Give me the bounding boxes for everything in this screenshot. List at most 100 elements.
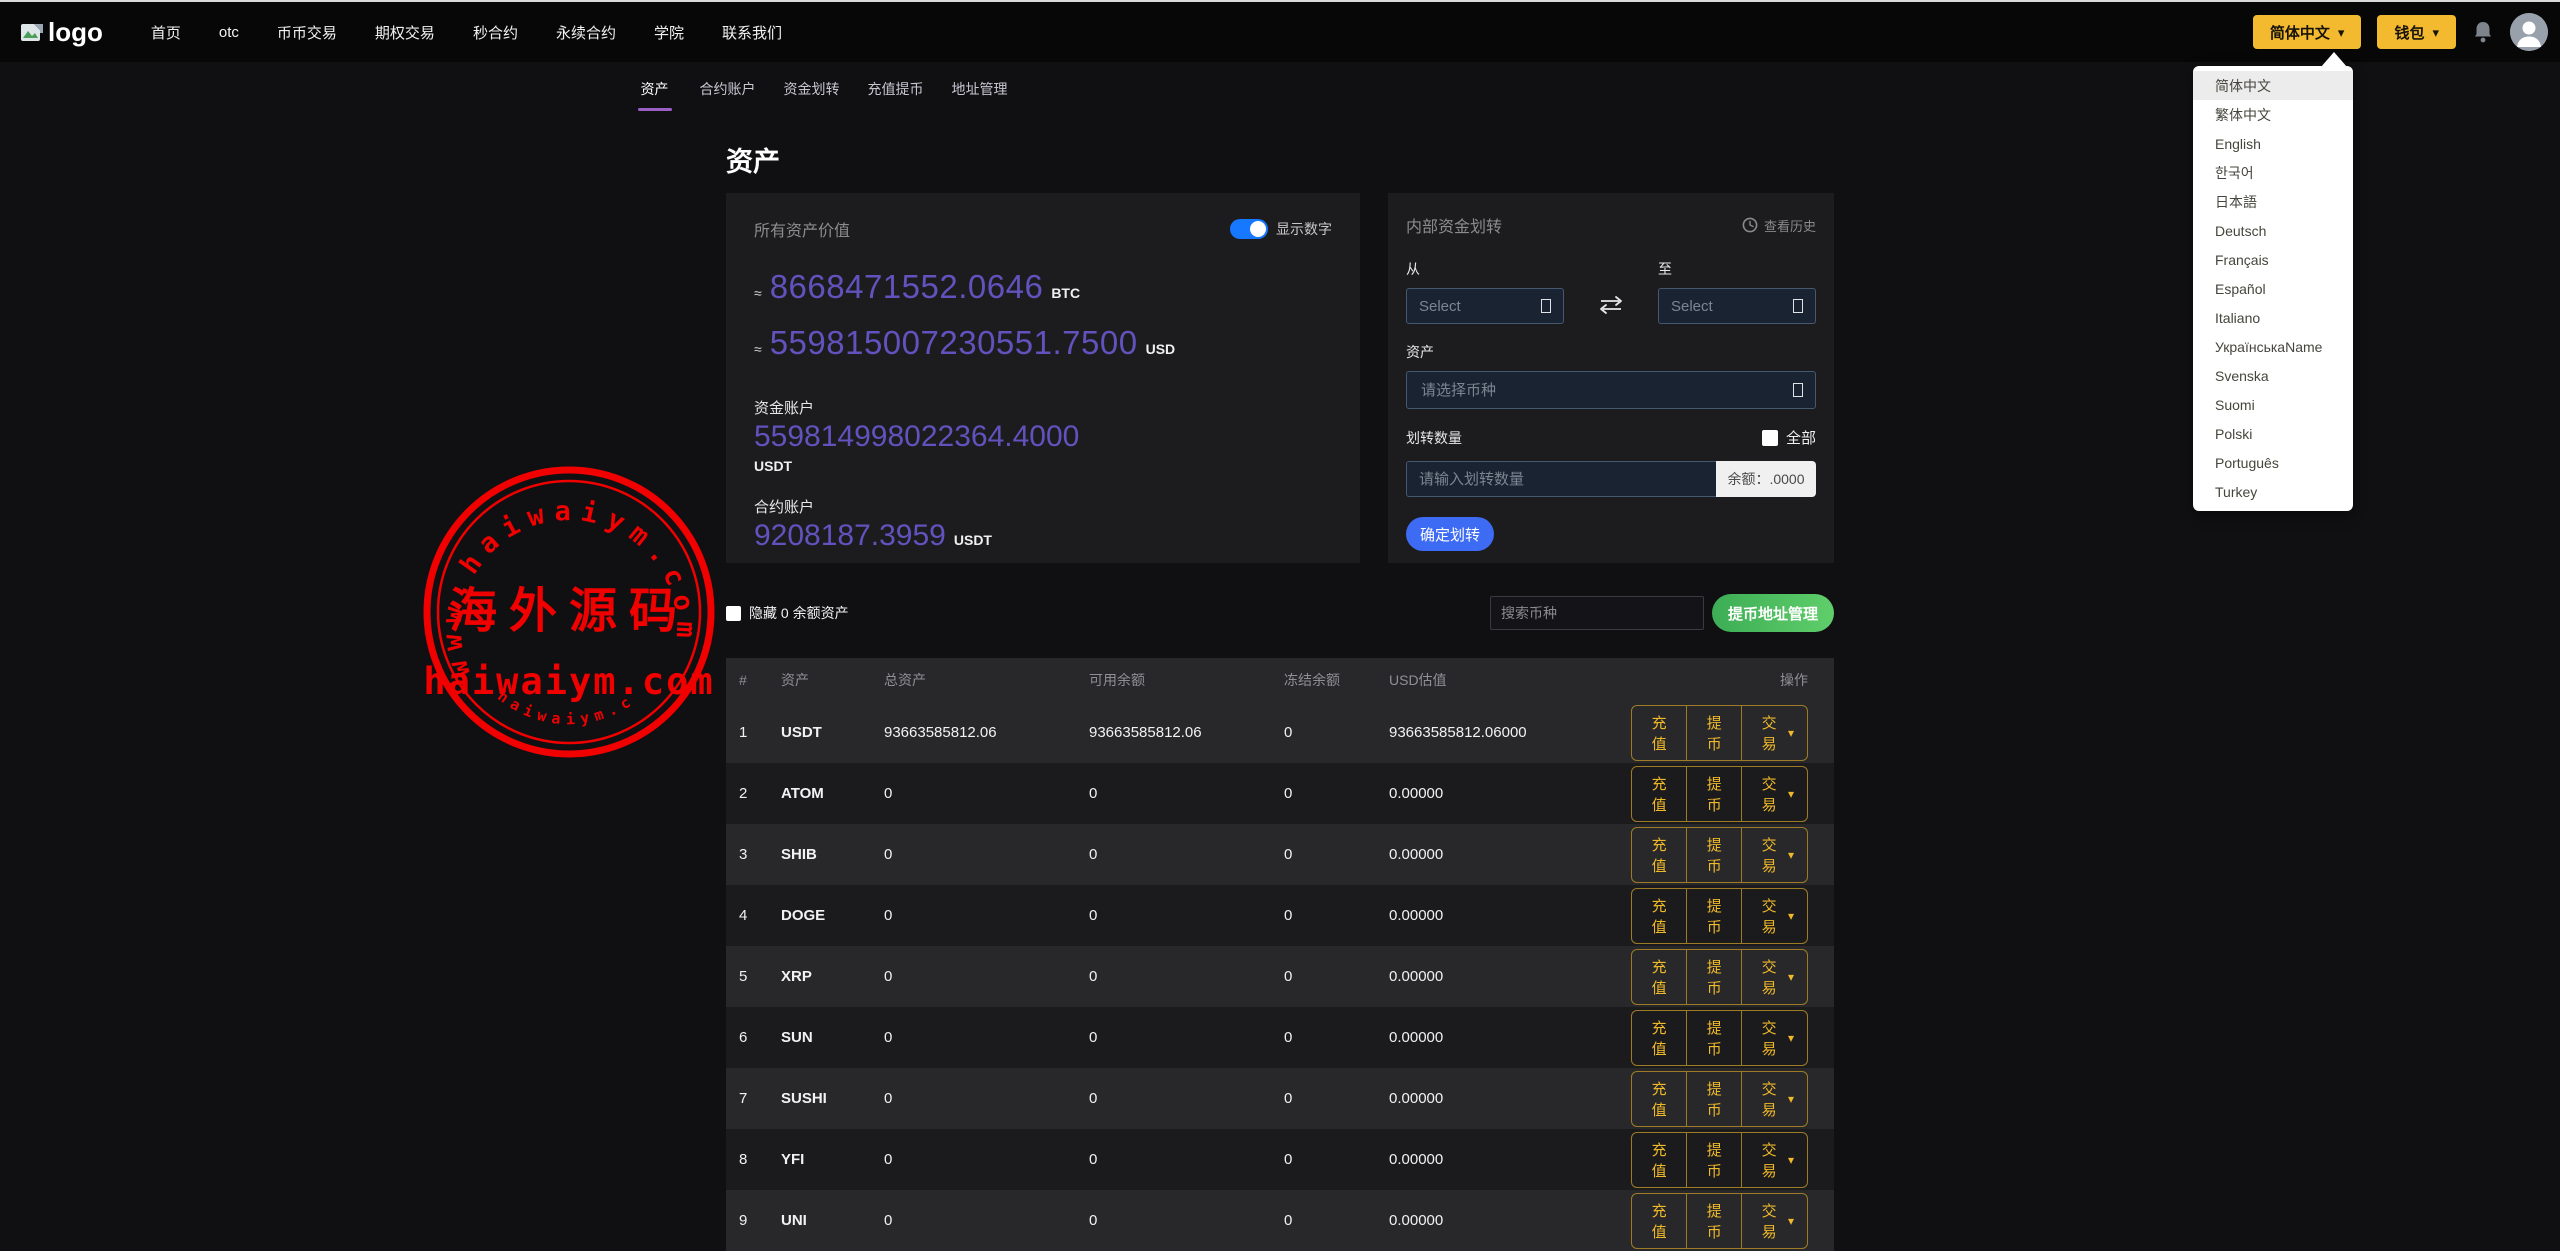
withdraw-button[interactable]: 提币 (1686, 1072, 1741, 1126)
withdraw-button[interactable]: 提币 (1686, 828, 1741, 882)
trade-button[interactable]: 交易 (1741, 950, 1807, 1004)
active-tab-underline (795, 108, 829, 111)
to-select[interactable]: Select (1658, 288, 1816, 324)
deposit-button[interactable]: 充值 (1632, 889, 1686, 943)
cell-total: 0 (884, 968, 1089, 985)
language-option[interactable]: Polski (2193, 419, 2353, 448)
language-option[interactable]: Deutsch (2193, 216, 2353, 245)
nav-item[interactable]: 首页 (151, 22, 181, 43)
asset-select-input[interactable] (1419, 381, 1793, 400)
caret-down-icon (1788, 846, 1794, 863)
nav-item[interactable]: 秒合约 (473, 22, 518, 43)
svg-text:haiwaiym.com: haiwaiym.com (420, 462, 639, 728)
cell-usd: 0.00000 (1389, 1090, 1631, 1107)
withdraw-button[interactable]: 提币 (1686, 1133, 1741, 1187)
trade-button[interactable]: 交易 (1741, 1194, 1807, 1248)
trade-button[interactable]: 交易 (1741, 767, 1807, 821)
deposit-button[interactable]: 充值 (1632, 767, 1686, 821)
approx-symbol: ≈ (754, 327, 762, 371)
row-actions: 充值 提币 交易 (1631, 1132, 1808, 1188)
search-coin-input[interactable] (1490, 596, 1704, 630)
deposit-button[interactable]: 充值 (1632, 706, 1686, 760)
cell-usd: 0.00000 (1389, 907, 1631, 924)
language-option[interactable]: Español (2193, 274, 2353, 303)
nav-item[interactable]: 永续合约 (556, 22, 616, 43)
trade-button[interactable]: 交易 (1741, 1133, 1807, 1187)
language-option[interactable]: УкраїнськаName (2193, 332, 2353, 361)
show-numbers-toggle[interactable] (1230, 219, 1268, 239)
withdraw-button[interactable]: 提币 (1686, 1011, 1741, 1065)
nav-item[interactable]: 联系我们 (722, 22, 782, 43)
language-option[interactable]: English (2193, 129, 2353, 158)
subnav-tab[interactable]: 资金划转 (784, 79, 840, 111)
subnav-tab[interactable]: 合约账户 (700, 79, 756, 111)
withdraw-address-button[interactable]: 提币地址管理 (1712, 594, 1834, 632)
caret-down-icon (2338, 24, 2345, 41)
user-avatar[interactable] (2510, 13, 2548, 51)
cell-index: 1 (726, 724, 781, 741)
withdraw-button[interactable]: 提币 (1686, 767, 1741, 821)
deposit-button[interactable]: 充值 (1632, 950, 1686, 1004)
subnav-tab[interactable]: 资产 (638, 79, 672, 111)
language-option[interactable]: 日本語 (2193, 187, 2353, 216)
assets-value-title: 所有资产价值 (754, 217, 850, 241)
assets-value-panel: 所有资产价值 显示数字 ≈ 8668471552.0646 BTC ≈ 5598… (726, 193, 1360, 563)
deposit-button[interactable]: 充值 (1632, 1011, 1686, 1065)
hide-zero-checkbox[interactable]: 隐藏 0 余额资产 (726, 603, 849, 623)
active-tab-underline (711, 108, 745, 111)
nav-item[interactable]: 币币交易 (277, 22, 337, 43)
subnav-tab[interactable]: 充值提币 (868, 79, 924, 111)
language-option[interactable]: Suomi (2193, 390, 2353, 419)
trade-button[interactable]: 交易 (1741, 1072, 1807, 1126)
trade-button[interactable]: 交易 (1741, 706, 1807, 760)
cell-total: 93663585812.06 (884, 724, 1089, 741)
transfer-all-checkbox[interactable]: 全部 (1762, 427, 1816, 448)
select-glyph-icon (1793, 299, 1803, 313)
nav-item[interactable]: 学院 (654, 22, 684, 43)
cell-asset: SUSHI (781, 1090, 884, 1107)
nav-item[interactable]: 期权交易 (375, 22, 435, 43)
language-option-label: Italiano (2215, 310, 2260, 326)
confirm-transfer-button[interactable]: 确定划转 (1406, 517, 1494, 551)
cell-index: 4 (726, 907, 781, 924)
language-option[interactable]: Svenska (2193, 361, 2353, 390)
withdraw-button[interactable]: 提币 (1686, 950, 1741, 1004)
language-option[interactable]: Português (2193, 448, 2353, 477)
asset-select[interactable] (1406, 371, 1816, 409)
wallet-button[interactable]: 钱包 (2377, 15, 2456, 49)
view-history-link[interactable]: 查看历史 (1742, 216, 1816, 235)
withdraw-button[interactable]: 提币 (1686, 1194, 1741, 1248)
notification-bell-icon[interactable] (2472, 20, 2494, 44)
logo[interactable]: logo (20, 19, 103, 45)
wallet-button-label: 钱包 (2394, 22, 2424, 43)
from-select[interactable]: Select (1406, 288, 1564, 324)
language-option[interactable]: Italiano (2193, 303, 2353, 332)
nav-item[interactable]: otc (219, 24, 239, 41)
withdraw-button[interactable]: 提币 (1686, 706, 1741, 760)
deposit-button[interactable]: 充值 (1632, 1072, 1686, 1126)
swap-direction-icon[interactable] (1595, 294, 1627, 316)
topbar: logo 首页 otc 币币交易 期权交易 秒合约 永续合约 学院 联系我们 简… (0, 2, 2560, 62)
language-option[interactable]: 繁体中文 (2193, 100, 2353, 129)
cell-usd: 0.00000 (1389, 785, 1631, 802)
table-header: # 资产 总资产 可用余额 冻结余额 USD估值 操作 (726, 658, 1834, 702)
cell-index: 2 (726, 785, 781, 802)
withdraw-button[interactable]: 提币 (1686, 889, 1741, 943)
language-option[interactable]: 简体中文 (2193, 71, 2353, 100)
cell-available: 0 (1089, 785, 1284, 802)
trade-button[interactable]: 交易 (1741, 1011, 1807, 1065)
amount-input[interactable] (1406, 461, 1716, 497)
language-option[interactable]: 한국어 (2193, 158, 2353, 187)
language-option[interactable]: Turkey (2193, 477, 2353, 506)
trade-button[interactable]: 交易 (1741, 889, 1807, 943)
page-title: 资产 (726, 140, 1834, 179)
deposit-button[interactable]: 充值 (1632, 1133, 1686, 1187)
deposit-button[interactable]: 充值 (1632, 1194, 1686, 1248)
trade-button[interactable]: 交易 (1741, 828, 1807, 882)
cell-total: 0 (884, 1090, 1089, 1107)
language-option[interactable]: Français (2193, 245, 2353, 274)
language-button[interactable]: 简体中文 (2253, 15, 2362, 49)
deposit-button[interactable]: 充值 (1632, 828, 1686, 882)
cell-available: 0 (1089, 968, 1284, 985)
subnav-tab[interactable]: 地址管理 (952, 79, 1008, 111)
